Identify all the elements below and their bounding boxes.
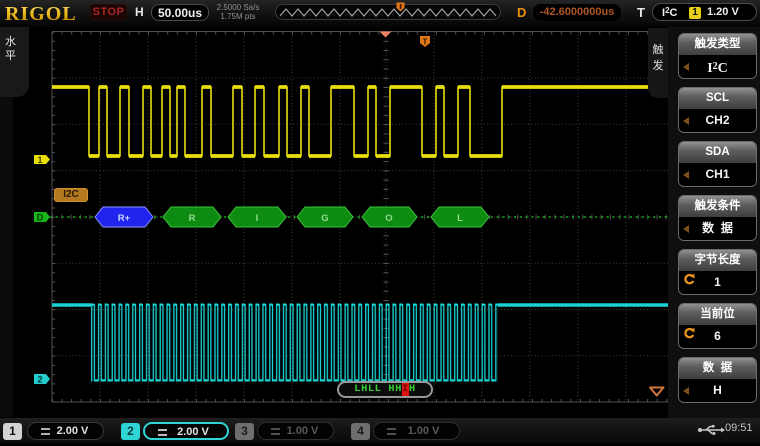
svg-text:R+: R+: [118, 213, 131, 224]
svg-text:1: 1: [37, 155, 42, 165]
svg-text:T: T: [423, 38, 428, 47]
svg-text:2: 2: [37, 375, 42, 385]
svg-text:R: R: [189, 213, 196, 224]
svg-text:G: G: [321, 213, 328, 224]
svg-text:I: I: [256, 213, 259, 224]
svg-text:L: L: [457, 213, 463, 224]
svg-text:D: D: [37, 213, 44, 223]
svg-text:O: O: [385, 213, 392, 224]
